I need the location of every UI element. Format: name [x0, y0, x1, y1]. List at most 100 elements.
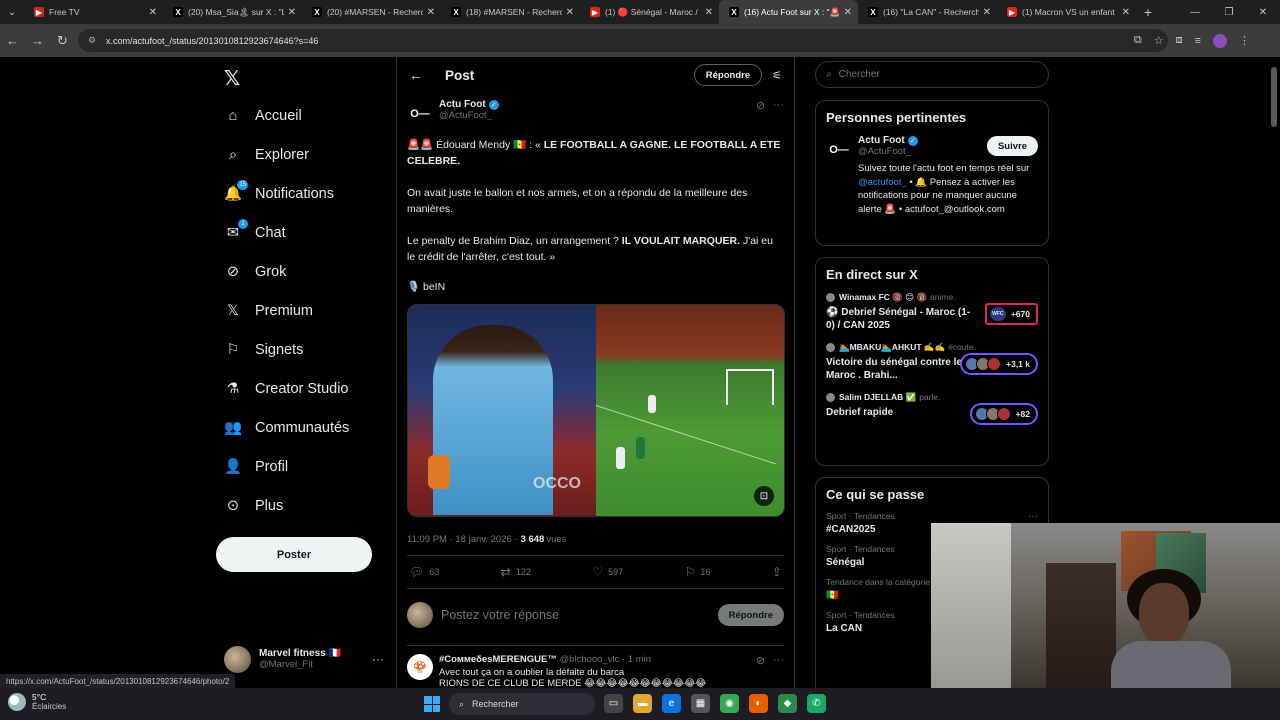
sidebar-item-label: Explorer — [255, 146, 309, 163]
scrollbar-thumb[interactable] — [1271, 67, 1277, 127]
tab-close-icon[interactable]: ✕ — [149, 7, 157, 18]
sidebar-item-signets[interactable]: ⚐ Signets — [222, 330, 349, 369]
live-listeners-pill[interactable]: WFC +670 — [984, 303, 1038, 325]
reply-input[interactable]: Postez votre réponse — [441, 608, 559, 622]
relevant-name[interactable]: Actu Foot — [858, 135, 905, 146]
live-listeners-pill[interactable]: +3,1 k — [960, 353, 1038, 375]
app-icon[interactable]: ◆ — [778, 694, 797, 713]
tab-close-icon[interactable]: ✕ — [566, 7, 574, 18]
task-view-icon[interactable]: ▭ — [604, 694, 623, 713]
more-options-icon[interactable]: ··· — [773, 654, 784, 688]
sidebar-item-profil[interactable]: 👤 Profil — [222, 447, 349, 486]
relevant-avatar[interactable]: O— — [826, 137, 852, 163]
tab-search-icon[interactable]: ⌄ — [0, 0, 24, 24]
repost-action[interactable]: ⇄ 122 — [501, 565, 531, 579]
browser-tab[interactable]: X (16) Actu Foot sur X : "🚨 ✕ — [719, 0, 858, 24]
profile-avatar-icon[interactable] — [1213, 33, 1227, 48]
browser-tab[interactable]: ▶ Free TV ✕ — [24, 0, 163, 24]
windows-start-icon[interactable] — [424, 696, 440, 712]
sidebar-item-explorer[interactable]: ⌕ Explorer — [222, 135, 349, 174]
edge-icon[interactable]: e — [662, 694, 681, 713]
live-space-item[interactable]: 🏊MBAKU🏊AHKUT ✍️✍️ écoute. Victoire du séné… — [816, 341, 1048, 382]
taskbar-search[interactable]: ⌕ Rechercher — [449, 693, 595, 715]
x-logo-icon[interactable]: 𝕏 — [224, 66, 240, 91]
post-button[interactable]: Poster — [216, 537, 372, 572]
author-avatar[interactable]: O— — [407, 101, 433, 127]
like-action[interactable]: ♡ 597 — [592, 565, 623, 579]
forward-icon[interactable]: → — [25, 28, 50, 53]
share-action[interactable]: ⇪ — [772, 565, 782, 579]
minimize-icon[interactable]: — — [1178, 0, 1212, 24]
address-bar[interactable]: ⚙ x.com/actufoot_/status/201301081292367… — [78, 29, 1168, 52]
browser-tab[interactable]: X (20) #MARSEN - Recherche ✕ — [302, 0, 441, 24]
tab-close-icon[interactable]: ✕ — [288, 7, 296, 18]
back-icon[interactable]: ← — [0, 28, 25, 53]
extensions-icon[interactable]: ⧈ — [1176, 34, 1183, 47]
follow-button[interactable]: Suivre — [986, 136, 1038, 156]
site-info-icon[interactable]: ⚙ — [88, 35, 98, 46]
reload-icon[interactable]: ↻ — [50, 28, 75, 53]
tab-close-icon[interactable]: ✕ — [844, 7, 852, 18]
weather-widget[interactable]: 5°C Éclaircies — [8, 692, 66, 711]
sidebar-item-chat[interactable]: ✉ 1 Chat — [222, 213, 349, 252]
chrome-icon[interactable]: ◉ — [720, 694, 739, 713]
more-icon[interactable]: ··· — [372, 652, 384, 666]
grok-icon[interactable]: ⊘ — [756, 654, 765, 688]
tab-close-icon[interactable]: ✕ — [427, 7, 435, 18]
more-options-icon[interactable]: ··· — [773, 99, 784, 112]
grok-icon[interactable]: ⊘ — [756, 99, 765, 112]
browser-tab[interactable]: ▶ (1) Macron VS un enfant ✕ — [997, 0, 1136, 24]
tweet-time[interactable]: 11:09 PM · 18 janv. 2026 · — [407, 534, 518, 545]
sidebar-item-accueil[interactable]: ⌂ Accueil — [222, 96, 349, 135]
bio-link[interactable]: @actufoot_ — [858, 177, 907, 188]
listener-count: +3,1 k — [1006, 359, 1030, 369]
media-photo-pitch[interactable] — [595, 305, 784, 516]
author-handle[interactable]: @ActuFoot_ — [439, 110, 499, 121]
reply-tweet[interactable]: 🍄 #СоммеδеѕMERENGUE™ @blchooo_vlc · 1 mi… — [407, 645, 784, 688]
author-name[interactable]: Actu Foot — [439, 99, 486, 110]
relevant-handle[interactable]: @ActuFoot_ — [858, 146, 918, 157]
sidebar-item-notifications[interactable]: 🔔 15 Notifications — [222, 174, 349, 213]
account-switcher[interactable]: Marvel fitness 🇫🇷 @Marvel_Fit ··· — [224, 644, 384, 674]
browser-tab[interactable]: X (18) #MARSEN - Recherche ✕ — [441, 0, 580, 24]
reply-author-name[interactable]: #СоммеδеѕMERENGUE™ — [439, 654, 557, 665]
tab-close-icon[interactable]: ✕ — [705, 7, 713, 18]
browser-tab[interactable]: ▶ (1) 🔴 Sénégal - Maroc / ✕ — [580, 0, 719, 24]
sidebar-item-plus[interactable]: ⊙ Plus — [222, 486, 349, 525]
reply-button-top[interactable]: Répondre — [693, 64, 763, 86]
new-tab-button[interactable]: + — [1136, 4, 1160, 20]
live-listeners-pill[interactable]: +82 — [969, 403, 1038, 425]
live-space-item[interactable]: Winamax FC 🔞 😊 🔞 anime. ⚽ Debrief Sénégal … — [816, 291, 1048, 332]
close-window-icon[interactable]: ✕ — [1246, 0, 1280, 24]
browser-tab[interactable]: X (16) "La CAN" - Recherche ✕ — [858, 0, 997, 24]
views-label: vues — [546, 533, 567, 545]
back-arrow-icon[interactable]: ← — [409, 67, 423, 83]
bio-text: Suivez toute l'actu foot en temps réel s… — [858, 163, 1030, 174]
maximize-icon[interactable]: ❐ — [1212, 0, 1246, 24]
store-icon[interactable]: ▦ — [691, 694, 710, 713]
more-options-icon[interactable]: ··· — [1028, 511, 1038, 522]
tab-close-icon[interactable]: ✕ — [983, 7, 991, 18]
media-icon[interactable]: ≡ — [1195, 35, 1201, 47]
tab-close-icon[interactable]: ✕ — [1122, 7, 1130, 18]
firefox-icon[interactable]: ◐ — [749, 694, 768, 713]
file-explorer-icon[interactable]: ▬ — [633, 694, 652, 713]
bookmark-action[interactable]: ⚐ 16 — [685, 565, 711, 579]
star-icon[interactable]: ☆ — [1154, 34, 1164, 47]
reply-action[interactable]: 💬︎ 63 — [409, 565, 439, 579]
settings-sliders-icon[interactable]: ⚟ — [772, 69, 782, 82]
reply-submit-button[interactable]: Répondre — [717, 604, 784, 626]
whatsapp-icon[interactable]: ✆ — [807, 694, 826, 713]
media-photo-goalkeeper[interactable]: OCCO — [408, 305, 596, 516]
search-input[interactable]: ⌕ Chercher — [815, 61, 1049, 88]
sidebar-item-premium[interactable]: 𝕏 Premium — [222, 291, 349, 330]
reply-avatar[interactable]: 🍄 — [407, 654, 433, 680]
menu-dots-icon[interactable]: ⋮ — [1239, 34, 1250, 47]
image-edit-icon[interactable]: ⊡ — [754, 486, 774, 506]
live-space-item[interactable]: Salim DJELLAB ✅ parle. Debrief rapide +82 — [816, 391, 1048, 425]
sidebar-item-communaut-s[interactable]: 👥 Communautés — [222, 408, 349, 447]
sidebar-item-creator-studio[interactable]: ⚗ Creator Studio — [222, 369, 349, 408]
sidebar-item-grok[interactable]: ⊘ Grok — [222, 252, 349, 291]
browser-tab[interactable]: X (20) Msa_Sia🏝 sur X : "L' ✕ — [163, 0, 302, 24]
cast-icon[interactable]: ⧉ — [1134, 34, 1142, 47]
